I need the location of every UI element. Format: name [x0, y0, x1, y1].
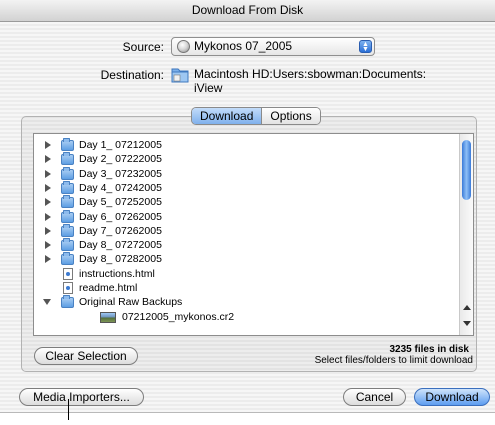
html-file-icon [63, 267, 73, 280]
source-label: Source: [122, 40, 164, 54]
source-value: Mykonos 07_2005 [194, 39, 293, 53]
tab-bar: Download Options [191, 107, 321, 125]
list-item[interactable]: Day 4_ 07242005 [34, 180, 461, 195]
list-item[interactable]: Day 3_ 07232005 [34, 166, 461, 181]
list-item[interactable]: Day 2_ 07222005 [34, 152, 461, 166]
list-item-label: Day 5_ 07252005 [79, 196, 162, 209]
list-item-label: Day 1_ 07212005 [79, 139, 162, 151]
list-item-label: Day 8_ 07272005 [79, 239, 162, 252]
popup-arrows-icon: ▲ ▼ [359, 40, 372, 53]
selection-hint: Select files/folders to limit download [314, 355, 473, 366]
list-item-label: Original Raw Backups [79, 296, 183, 309]
folder-icon [61, 209, 74, 223]
image-file-icon [100, 311, 116, 323]
disclosure-triangle-icon[interactable] [45, 141, 51, 149]
list-item-label: Day 6_ 07262005 [79, 210, 162, 223]
list-item-label: Day 4_ 07242005 [79, 181, 162, 194]
tab-download[interactable]: Download [192, 108, 262, 124]
list-item-label: Day 2_ 07222005 [79, 153, 162, 166]
list-item-label: readme.html [79, 282, 138, 294]
list-item-label: 07212005_mykonos.cr2 [122, 310, 235, 323]
scroll-up-arrow-icon[interactable] [463, 305, 471, 310]
list-item-label: Day 7_ 07262005 [79, 224, 162, 237]
destination-path-line2: iView [194, 81, 223, 95]
list-item-label: instructions.html [79, 267, 155, 280]
destination-folder-icon[interactable] [171, 66, 189, 83]
folder-icon [61, 223, 74, 237]
folder-icon [61, 295, 74, 309]
media-importers-button[interactable]: Media Importers... [19, 388, 144, 406]
disclosure-triangle-icon[interactable] [45, 212, 51, 221]
cancel-button[interactable]: Cancel [343, 388, 406, 406]
list-item[interactable]: Day 5_ 07252005 [34, 195, 461, 209]
disclosure-triangle-icon[interactable] [45, 255, 51, 264]
destination-path-line1: Macintosh HD:Users:sbowman:Documents: [194, 67, 427, 81]
files-count: 3235 files in disk [389, 344, 470, 355]
disclosure-triangle-open-icon[interactable] [43, 299, 51, 306]
disclosure-triangle-icon[interactable] [45, 226, 51, 235]
list-item[interactable]: Day 8_ 07282005 [34, 252, 461, 266]
destination-label: Destination: [100, 68, 164, 82]
disclosure-triangle-icon[interactable] [45, 241, 51, 250]
clear-selection-button[interactable]: Clear Selection [34, 347, 138, 365]
vertical-scrollbar[interactable] [459, 134, 473, 335]
download-dialog: Download From Disk Source: Mykonos 07_20… [0, 0, 495, 413]
list-item[interactable]: readme.html [34, 282, 461, 295]
folder-icon [61, 252, 74, 266]
window-title: Download From Disk [0, 0, 495, 22]
list-item-label: Day 8_ 07282005 [79, 253, 162, 266]
folder-icon [61, 166, 74, 180]
list-item[interactable]: Day 7_ 07262005 [34, 223, 461, 238]
folder-icon [61, 138, 74, 151]
list-item[interactable]: instructions.html [34, 267, 461, 281]
disclosure-triangle-icon[interactable] [45, 169, 51, 178]
folder-icon [61, 195, 74, 209]
list-item[interactable]: 07212005_mykonos.cr2 [34, 311, 461, 324]
destination-path: Macintosh HD:Users:sbowman:Documents: iV… [194, 67, 454, 95]
file-browser[interactable]: Day 1_ 07212005 Day 2_ 07222005 Day 3_ 072… [33, 133, 474, 336]
list-item[interactable]: Day 6_ 07262005 [34, 209, 461, 224]
source-popup[interactable]: Mykonos 07_2005 ▲ ▼ [171, 37, 375, 56]
text-cursor-icon [68, 399, 69, 420]
scroll-down-arrow-icon[interactable] [463, 321, 471, 326]
download-button[interactable]: Download [414, 388, 490, 406]
list-item[interactable]: Day 1_ 07212005 [34, 138, 461, 152]
scrollbar-thumb[interactable] [462, 140, 471, 200]
disk-icon [177, 40, 190, 53]
folder-icon [61, 152, 74, 166]
tab-options[interactable]: Options [261, 108, 320, 124]
html-file-icon [63, 282, 73, 294]
folder-icon [61, 238, 74, 252]
folder-icon [61, 180, 74, 194]
disclosure-triangle-icon[interactable] [45, 155, 51, 164]
disclosure-triangle-icon[interactable] [45, 183, 51, 192]
disclosure-triangle-icon[interactable] [45, 198, 51, 207]
list-item[interactable]: Original Raw Backups [34, 295, 461, 309]
list-item[interactable]: Day 8_ 07272005 [34, 238, 461, 252]
list-item-label: Day 3_ 07232005 [79, 167, 162, 180]
